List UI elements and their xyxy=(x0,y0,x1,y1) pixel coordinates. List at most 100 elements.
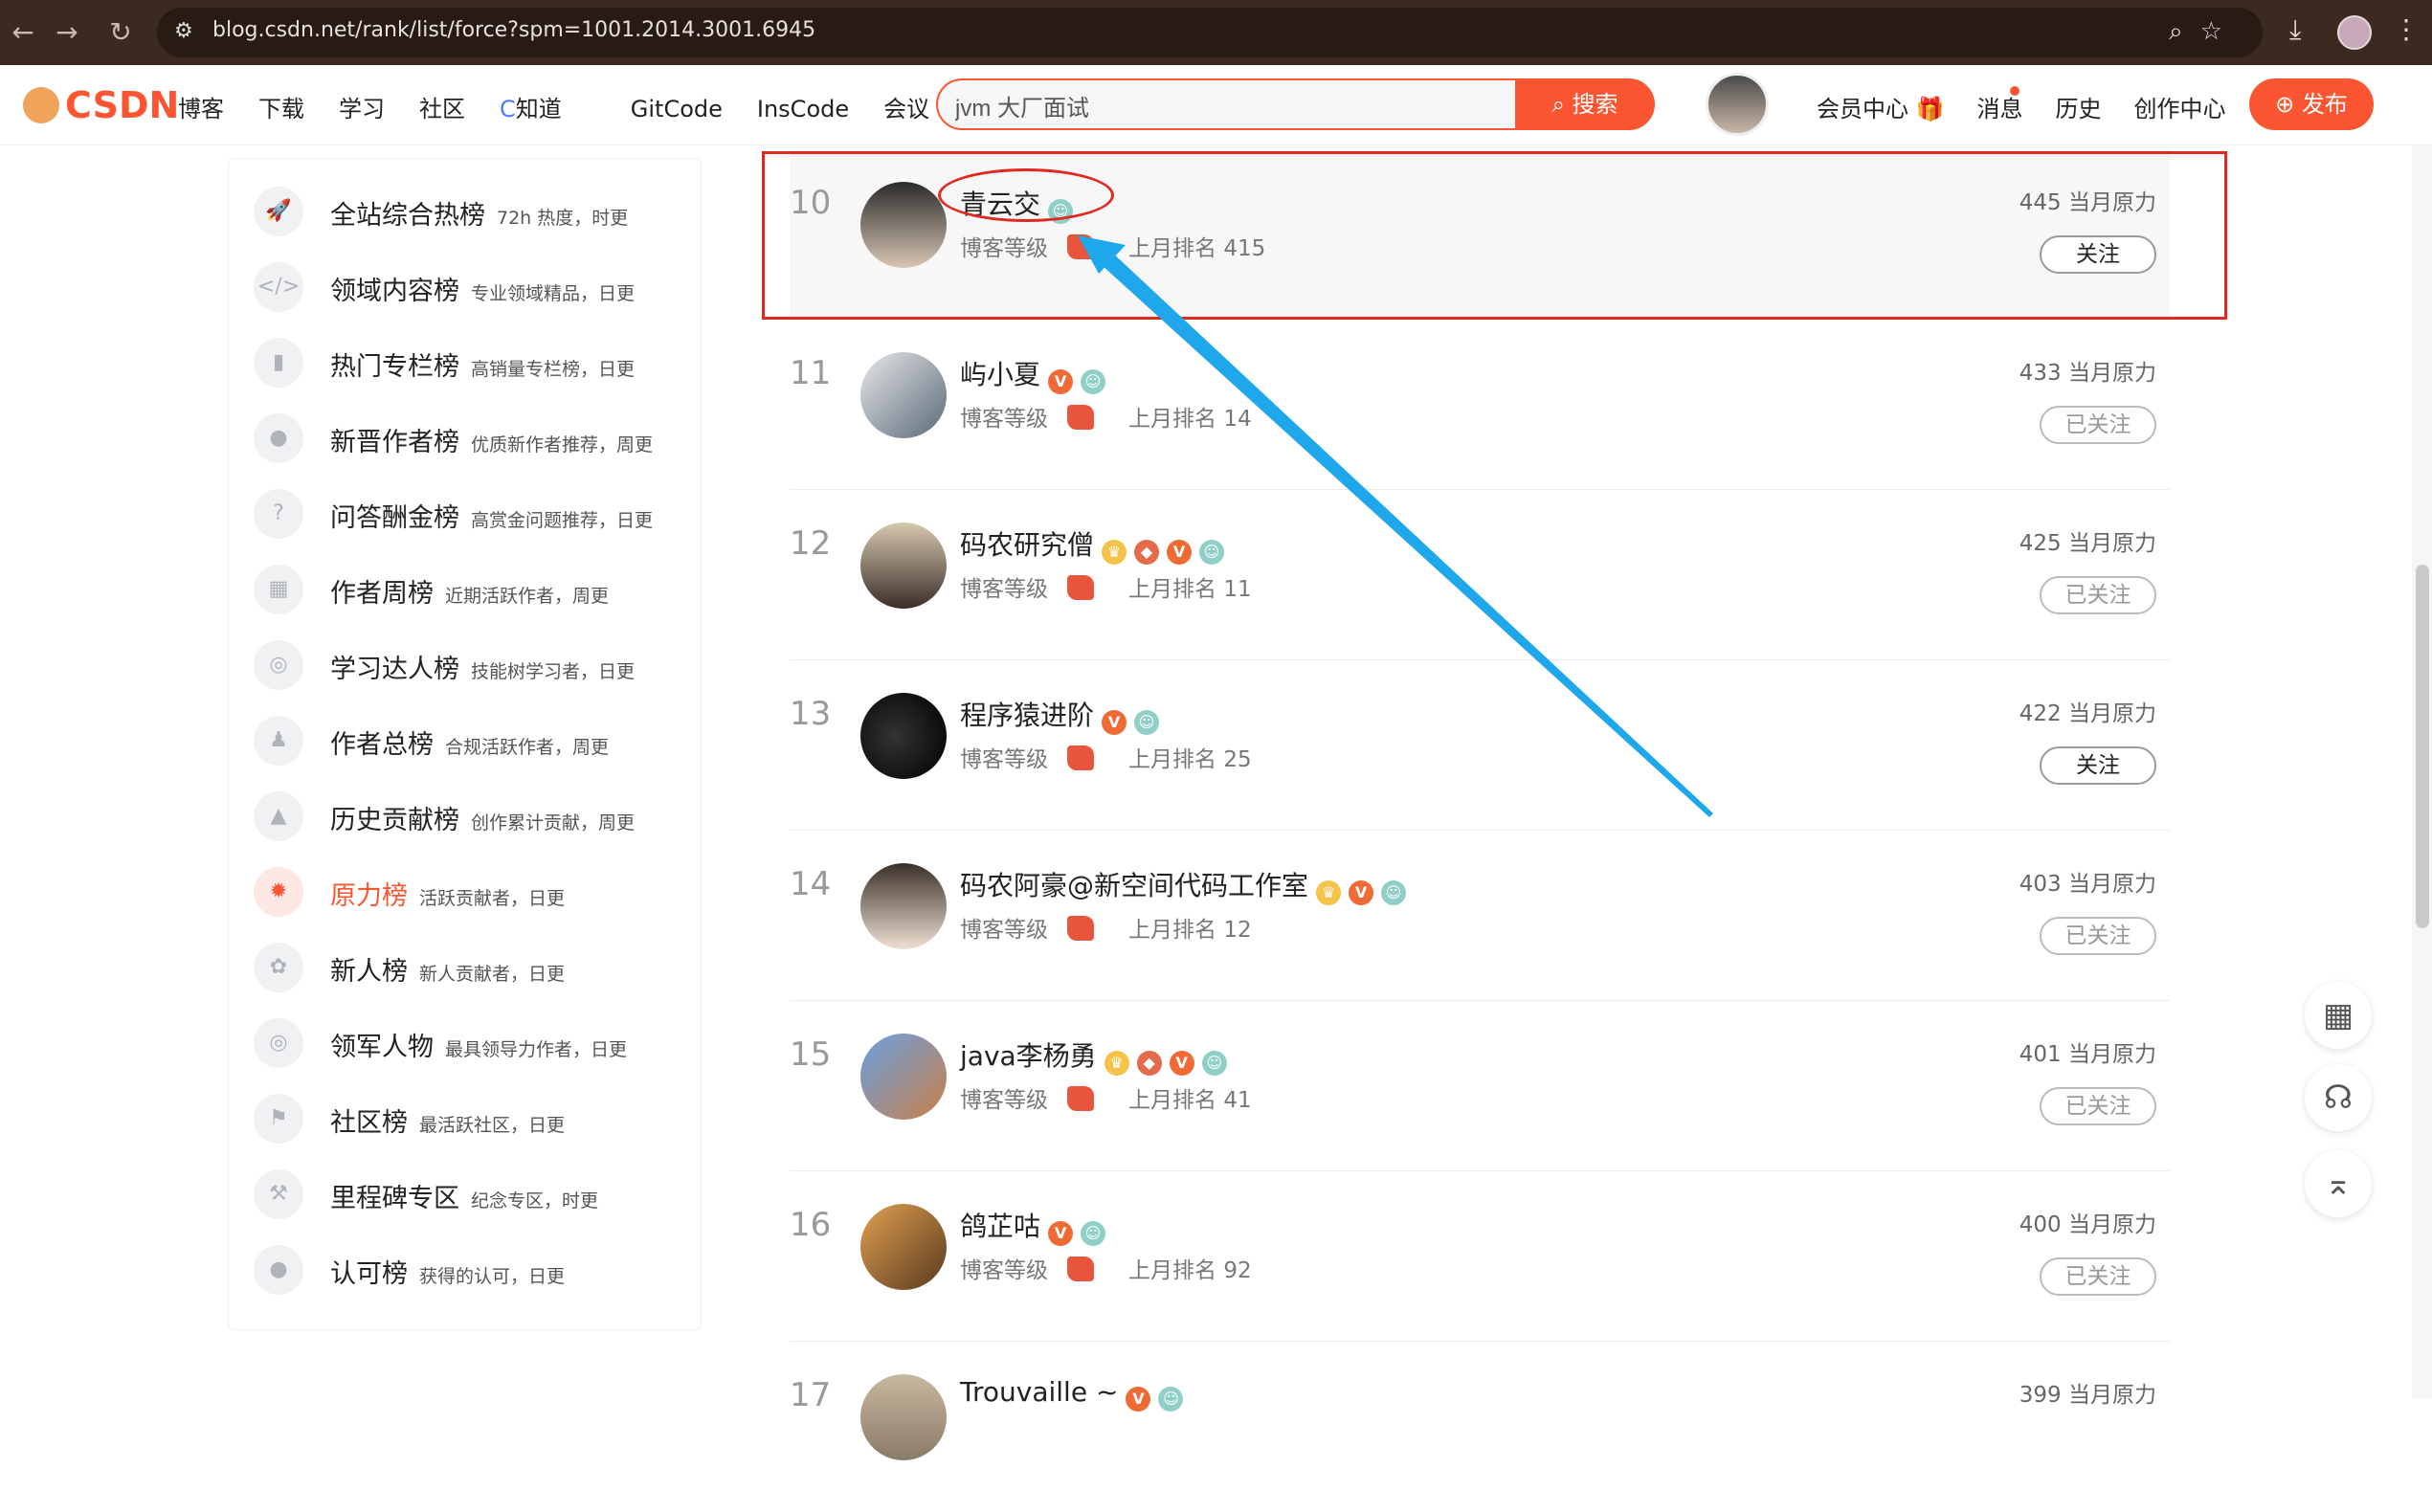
scrollbar-thumb[interactable] xyxy=(2416,565,2429,928)
author-name[interactable]: 码农阿豪@新空间代码工作室 ♛ V ☺ xyxy=(960,865,1407,905)
level-icon xyxy=(1067,745,1094,770)
followed-button[interactable]: 已关注 xyxy=(2040,917,2156,955)
followed-button[interactable]: 已关注 xyxy=(2040,576,2156,614)
blog-level: 博客等级 上月排名 14 xyxy=(960,405,1252,432)
nav-zhidao[interactable]: C知道 xyxy=(500,90,596,123)
back-to-top-icon[interactable]: ⌅ xyxy=(2305,1150,2372,1217)
sidebar-item-hot[interactable]: 🚀 全站综合热榜 72h 热度，时更 xyxy=(254,183,694,240)
rank-number: 12 xyxy=(790,524,832,563)
follow-button[interactable]: 关注 xyxy=(2040,746,2156,785)
avatar[interactable] xyxy=(860,523,947,609)
avatar[interactable] xyxy=(860,1204,947,1290)
followed-button[interactable]: 已关注 xyxy=(2040,406,2156,444)
rank-number: 14 xyxy=(790,865,832,903)
sidebar-item-new-author[interactable]: ● 新晋作者榜 优质新作者推荐，周更 xyxy=(254,410,694,467)
sidebar-item-force[interactable]: ✹ 原力榜 活跃贡献者，日更 xyxy=(254,863,694,921)
main-nav: 博客 下载 学习 社区 C知道 GitCode InsCode 会议 xyxy=(178,90,964,123)
certified-icon: ☺ xyxy=(1134,710,1160,735)
level-icon xyxy=(1067,405,1094,430)
verified-v-icon: V xyxy=(1167,540,1193,565)
nav-community[interactable]: 社区 xyxy=(419,90,465,123)
highlight-ellipse xyxy=(938,168,1114,222)
sidebar-item-milestone[interactable]: ⚒ 里程碑专区 纪念专区，时更 xyxy=(254,1166,694,1223)
sidebar-item-column[interactable]: ▮ 热门专栏榜 高销量专栏榜，日更 xyxy=(254,334,694,391)
message-dot-badge xyxy=(2010,86,2019,96)
download-icon[interactable]: ⤓ xyxy=(2289,13,2301,46)
nav-inscode[interactable]: InsCode xyxy=(757,96,849,122)
sidebar-item-newbie[interactable]: ✿ 新人榜 新人贡献者，日更 xyxy=(254,939,694,996)
rank-number: 17 xyxy=(790,1376,832,1414)
rank-row: 14 码农阿豪@新空间代码工作室 ♛ V ☺ 博客等级 上月排名 12 403 当月原力… xyxy=(790,831,2170,1001)
logo-mascot-icon xyxy=(23,87,59,123)
sidebar-item-domain[interactable]: </> 领域内容榜 专业领域精品，日更 xyxy=(254,258,694,316)
sidebar-item-approval[interactable]: ● 认可榜 获得的认可，日更 xyxy=(254,1241,694,1299)
menu-icon[interactable]: ⋮ xyxy=(2393,13,2420,45)
site-info-icon[interactable]: ⚙ xyxy=(174,19,193,43)
user-avatar[interactable] xyxy=(1706,73,1769,136)
expert-icon: ◆ xyxy=(1136,1051,1162,1076)
nav-blog[interactable]: 博客 xyxy=(178,90,224,123)
sidebar-item-community[interactable]: ⚑ 社区榜 最活跃社区，日更 xyxy=(254,1090,694,1147)
avatar[interactable] xyxy=(860,1034,947,1120)
certified-icon: ☺ xyxy=(1199,540,1225,565)
sidebar-item-learner[interactable]: ◎ 学习达人榜 技能树学习者，日更 xyxy=(254,636,694,694)
rank-row: 17 Trouvaille ~ V ☺ 399 当月原力 xyxy=(790,1342,2170,1512)
avatar[interactable] xyxy=(860,693,947,779)
avatar[interactable] xyxy=(860,1374,947,1460)
vip-center-link[interactable]: 会员中心 🎁 xyxy=(1817,90,1945,123)
bookmark-star-icon[interactable]: ☆ xyxy=(2200,17,2240,46)
level-icon xyxy=(1067,916,1094,941)
certified-icon: ☺ xyxy=(1381,880,1407,905)
code-icon: </> xyxy=(254,262,303,312)
force-score: 401 当月原力 xyxy=(2019,1042,2156,1067)
nav-meeting[interactable]: 会议 xyxy=(883,90,929,123)
reload-icon[interactable]: ↻ xyxy=(101,13,140,52)
back-icon[interactable]: ← xyxy=(4,13,42,52)
qrcode-icon[interactable]: ▦ xyxy=(2305,982,2372,1049)
author-name[interactable]: java李杨勇 ♛ ◆ V ☺ xyxy=(960,1035,1227,1076)
avatar[interactable] xyxy=(860,352,947,438)
zoom-icon[interactable]: ⌕ xyxy=(2169,17,2200,46)
address-bar[interactable]: ⚙ blog.csdn.net/rank/list/force?spm=1001… xyxy=(157,8,2263,57)
book-icon: ▮ xyxy=(254,338,303,388)
rank-row: 12 码农研究僧 ♛ ◆ V ☺ 博客等级 上月排名 11 425 当月原力 已关注 xyxy=(790,490,2170,660)
calendar-icon: ▦ xyxy=(254,565,303,614)
followed-button[interactable]: 已关注 xyxy=(2040,1087,2156,1125)
certified-icon: ☺ xyxy=(1158,1387,1184,1412)
sidebar-item-total[interactable]: ♟ 作者总榜 合规活跃作者，周更 xyxy=(254,712,694,769)
rank-row: 13 程序猿进阶 V ☺ 博客等级 上月排名 25 422 当月原力 关注 xyxy=(790,660,2170,831)
force-score: 433 当月原力 xyxy=(2019,361,2156,386)
author-name[interactable]: Trouvaille ~ V ☺ xyxy=(960,1376,1184,1412)
author-name[interactable]: 屿小夏 V ☺ xyxy=(960,354,1106,394)
nav-learn[interactable]: 学习 xyxy=(339,90,385,123)
author-name[interactable]: 码农研究僧 ♛ ◆ V ☺ xyxy=(960,524,1225,565)
forward-icon[interactable]: → xyxy=(48,13,86,52)
user-icon: ● xyxy=(254,413,303,463)
expert-icon: ◆ xyxy=(1134,540,1160,565)
profile-avatar-icon[interactable] xyxy=(2337,15,2372,50)
sidebar-item-history[interactable]: ▲ 历史贡献榜 创作累计贡献，周更 xyxy=(254,788,694,845)
search-input[interactable] xyxy=(955,90,1491,121)
sidebar-item-leader[interactable]: ◎ 领军人物 最具领导力作者，日更 xyxy=(254,1014,694,1072)
headset-icon[interactable]: ☊ xyxy=(2305,1064,2372,1131)
blog-level: 博客等级 上月排名 25 xyxy=(960,745,1252,772)
history-link[interactable]: 历史 xyxy=(2056,90,2102,123)
rank-number: 13 xyxy=(790,695,832,733)
author-name[interactable]: 鸽芷咕 V ☺ xyxy=(960,1206,1106,1246)
publish-button[interactable]: ⊕ 发布 xyxy=(2249,78,2374,130)
nav-gitcode[interactable]: GitCode xyxy=(631,96,723,122)
sidebar-item-weekly[interactable]: ▦ 作者周榜 近期活跃作者，周更 xyxy=(254,561,694,618)
address-actions: ⌕☆ xyxy=(2169,17,2240,47)
nav-download[interactable]: 下载 xyxy=(258,90,304,123)
followed-button[interactable]: 已关注 xyxy=(2040,1257,2156,1296)
rank-row: 11 屿小夏 V ☺ 博客等级 上月排名 14 433 当月原力 已关注 xyxy=(790,320,2170,490)
sidebar-item-qa[interactable]: ? 问答酬金榜 高赏金问题推荐，日更 xyxy=(254,485,694,543)
avatar[interactable] xyxy=(860,863,947,949)
level-icon xyxy=(1067,1256,1094,1281)
search-button[interactable]: ⌕ 搜索 xyxy=(1515,78,1655,130)
csdn-logo[interactable]: CSDN xyxy=(23,84,179,126)
address-url[interactable]: blog.csdn.net/rank/list/force?spm=1001.2… xyxy=(212,18,815,42)
author-name[interactable]: 程序猿进阶 V ☺ xyxy=(960,695,1160,735)
creator-center-link[interactable]: 创作中心 xyxy=(2134,90,2226,123)
rank-number: 16 xyxy=(790,1206,832,1244)
